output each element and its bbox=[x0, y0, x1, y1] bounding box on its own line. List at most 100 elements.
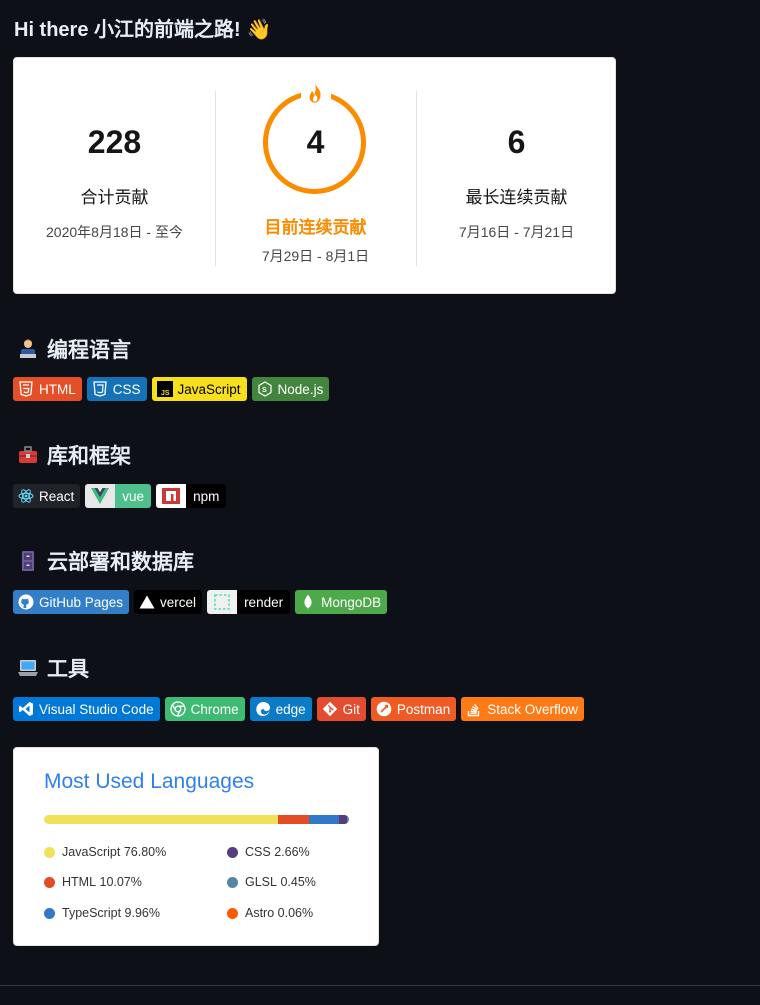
vscode-badge[interactable]: Visual Studio Code bbox=[13, 697, 160, 721]
language-badges: HTML CSS JS JavaScript S Node.js bbox=[13, 377, 330, 401]
npm-badge[interactable]: npm bbox=[156, 484, 227, 508]
streak-stats-card: 228 合计贡献 2020年8月18日 - 至今 4 目前连续贡献 7月29日 … bbox=[13, 57, 616, 294]
fire-icon bbox=[309, 83, 321, 103]
nodejs-icon: S bbox=[257, 381, 272, 397]
tool-badges: Visual Studio Code Chrome edge Git Postm… bbox=[13, 697, 584, 721]
longest-streak-value: 6 bbox=[507, 124, 526, 160]
divider bbox=[0, 985, 760, 986]
current-streak-label: 目前连续贡献 bbox=[264, 218, 367, 237]
section-languages-title: 编程语言 bbox=[47, 339, 131, 362]
current-streak-value: 4 bbox=[306, 124, 325, 160]
badge-label: React bbox=[39, 488, 75, 504]
edge-badge[interactable]: edge bbox=[249, 697, 312, 721]
badge-label: GitHub Pages bbox=[39, 594, 124, 610]
section-frameworks-title: 库和框架 bbox=[47, 445, 131, 468]
section-tools-title: 工具 bbox=[47, 658, 89, 681]
language-percent: 10.07% bbox=[99, 875, 142, 889]
vscode-icon bbox=[19, 702, 33, 716]
github-icon bbox=[18, 594, 34, 610]
chrome-badge[interactable]: Chrome bbox=[164, 697, 245, 721]
stackoverflow-icon bbox=[468, 703, 480, 717]
language-name: Astro bbox=[245, 906, 275, 920]
vercel-icon bbox=[139, 595, 155, 609]
badge-label: npm bbox=[186, 484, 227, 508]
waving-hand-icon: 👋 bbox=[246, 19, 272, 41]
render-icon bbox=[214, 594, 230, 610]
section-cloud-title: 云部署和数据库 bbox=[47, 551, 194, 574]
vue-badge[interactable]: vue bbox=[85, 484, 152, 508]
longest-streak-range: 7月16日 - 7月21日 bbox=[458, 224, 575, 240]
language-percent: 0.06% bbox=[277, 906, 314, 920]
language-name: JavaScript bbox=[62, 845, 121, 859]
longest-streak-label: 最长连续贡献 bbox=[465, 188, 568, 207]
stackoverflow-badge[interactable]: Stack Overflow bbox=[461, 697, 584, 721]
svg-text:JS: JS bbox=[161, 390, 170, 397]
longest-streak: 6 最长连续贡献 7月16日 - 7月21日 bbox=[416, 58, 617, 293]
render-icon-box bbox=[207, 590, 238, 614]
npm-icon bbox=[162, 488, 181, 504]
badge-label: vercel bbox=[160, 594, 197, 610]
github-pages-badge[interactable]: GitHub Pages bbox=[13, 590, 130, 614]
total-contributions: 228 合计贡献 2020年8月18日 - 至今 bbox=[14, 58, 215, 293]
badge-label: Stack Overflow bbox=[487, 701, 578, 717]
cloud-badges: GitHub Pages vercel render MongoDB bbox=[13, 590, 388, 614]
language-percent: 76.80% bbox=[123, 845, 167, 859]
chrome-icon bbox=[169, 701, 186, 717]
javascript-badge[interactable]: JS JavaScript bbox=[151, 377, 247, 401]
language-percent: 9.96% bbox=[124, 906, 160, 920]
vue-icon bbox=[91, 488, 110, 504]
language-color-dot bbox=[44, 907, 55, 919]
language-percent: 2.66% bbox=[274, 845, 310, 859]
git-badge[interactable]: Git bbox=[316, 697, 366, 721]
nodejs-badge[interactable]: S Node.js bbox=[251, 377, 330, 401]
language-bar-segment bbox=[44, 815, 279, 824]
edge-icon bbox=[255, 702, 270, 716]
current-streak-range: 7月29日 - 8月1日 bbox=[261, 248, 370, 264]
framework-badges: React vue npm bbox=[13, 484, 227, 508]
section-tools-heading: 工具 bbox=[17, 653, 89, 683]
section-cloud-heading: 云部署和数据库 bbox=[17, 546, 194, 576]
language-item: Astro 0.06% bbox=[227, 906, 313, 920]
section-frameworks-heading: 库和框架 bbox=[17, 440, 131, 470]
badge-label: JavaScript bbox=[177, 381, 241, 397]
language-percent: 0.45% bbox=[280, 875, 316, 889]
language-item: CSS 2.66% bbox=[227, 845, 310, 859]
css3-icon bbox=[93, 381, 107, 397]
language-item: TypeScript 9.96% bbox=[44, 906, 160, 920]
badge-label: Chrome bbox=[190, 701, 239, 717]
npm-icon-box bbox=[156, 484, 187, 508]
language-item: HTML 10.07% bbox=[44, 875, 142, 889]
language-item: JavaScript 76.80% bbox=[44, 845, 166, 859]
language-bar-segment bbox=[308, 815, 340, 824]
technologist-icon bbox=[20, 339, 36, 358]
badge-label: Node.js bbox=[277, 381, 324, 397]
language-color-dot bbox=[227, 907, 238, 919]
current-streak: 4 目前连续贡献 7月29日 - 8月1日 bbox=[215, 58, 416, 293]
badge-label: MongoDB bbox=[321, 594, 382, 610]
svg-text:S: S bbox=[262, 387, 267, 394]
mongodb-badge[interactable]: MongoDB bbox=[295, 590, 388, 614]
most-used-languages-card: Most Used Languages JavaScript 76.80% HT… bbox=[13, 747, 379, 946]
react-badge[interactable]: React bbox=[13, 484, 81, 508]
vercel-badge[interactable]: vercel bbox=[134, 590, 203, 614]
language-bar-segment bbox=[339, 815, 348, 824]
language-name: HTML bbox=[62, 875, 97, 889]
language-name: CSS bbox=[245, 845, 271, 859]
total-contributions-value: 228 bbox=[87, 124, 142, 160]
html-badge[interactable]: HTML bbox=[13, 377, 82, 401]
badge-label: HTML bbox=[39, 381, 76, 397]
postman-icon bbox=[376, 701, 392, 717]
language-color-dot bbox=[44, 846, 55, 858]
language-name: GLSL bbox=[245, 875, 277, 889]
badge-label: Postman bbox=[396, 701, 451, 717]
laptop-icon bbox=[18, 660, 38, 676]
postman-badge[interactable]: Postman bbox=[370, 697, 457, 721]
javascript-icon: JS bbox=[156, 381, 173, 397]
render-badge[interactable]: render bbox=[207, 590, 291, 614]
language-color-dot bbox=[44, 876, 55, 888]
css-badge[interactable]: CSS bbox=[86, 377, 147, 401]
badge-label: render bbox=[237, 590, 291, 614]
page-title-text: Hi there 小江的前端之路! bbox=[14, 19, 241, 41]
file-cabinet-icon bbox=[22, 551, 34, 571]
language-color-dot bbox=[227, 846, 238, 858]
